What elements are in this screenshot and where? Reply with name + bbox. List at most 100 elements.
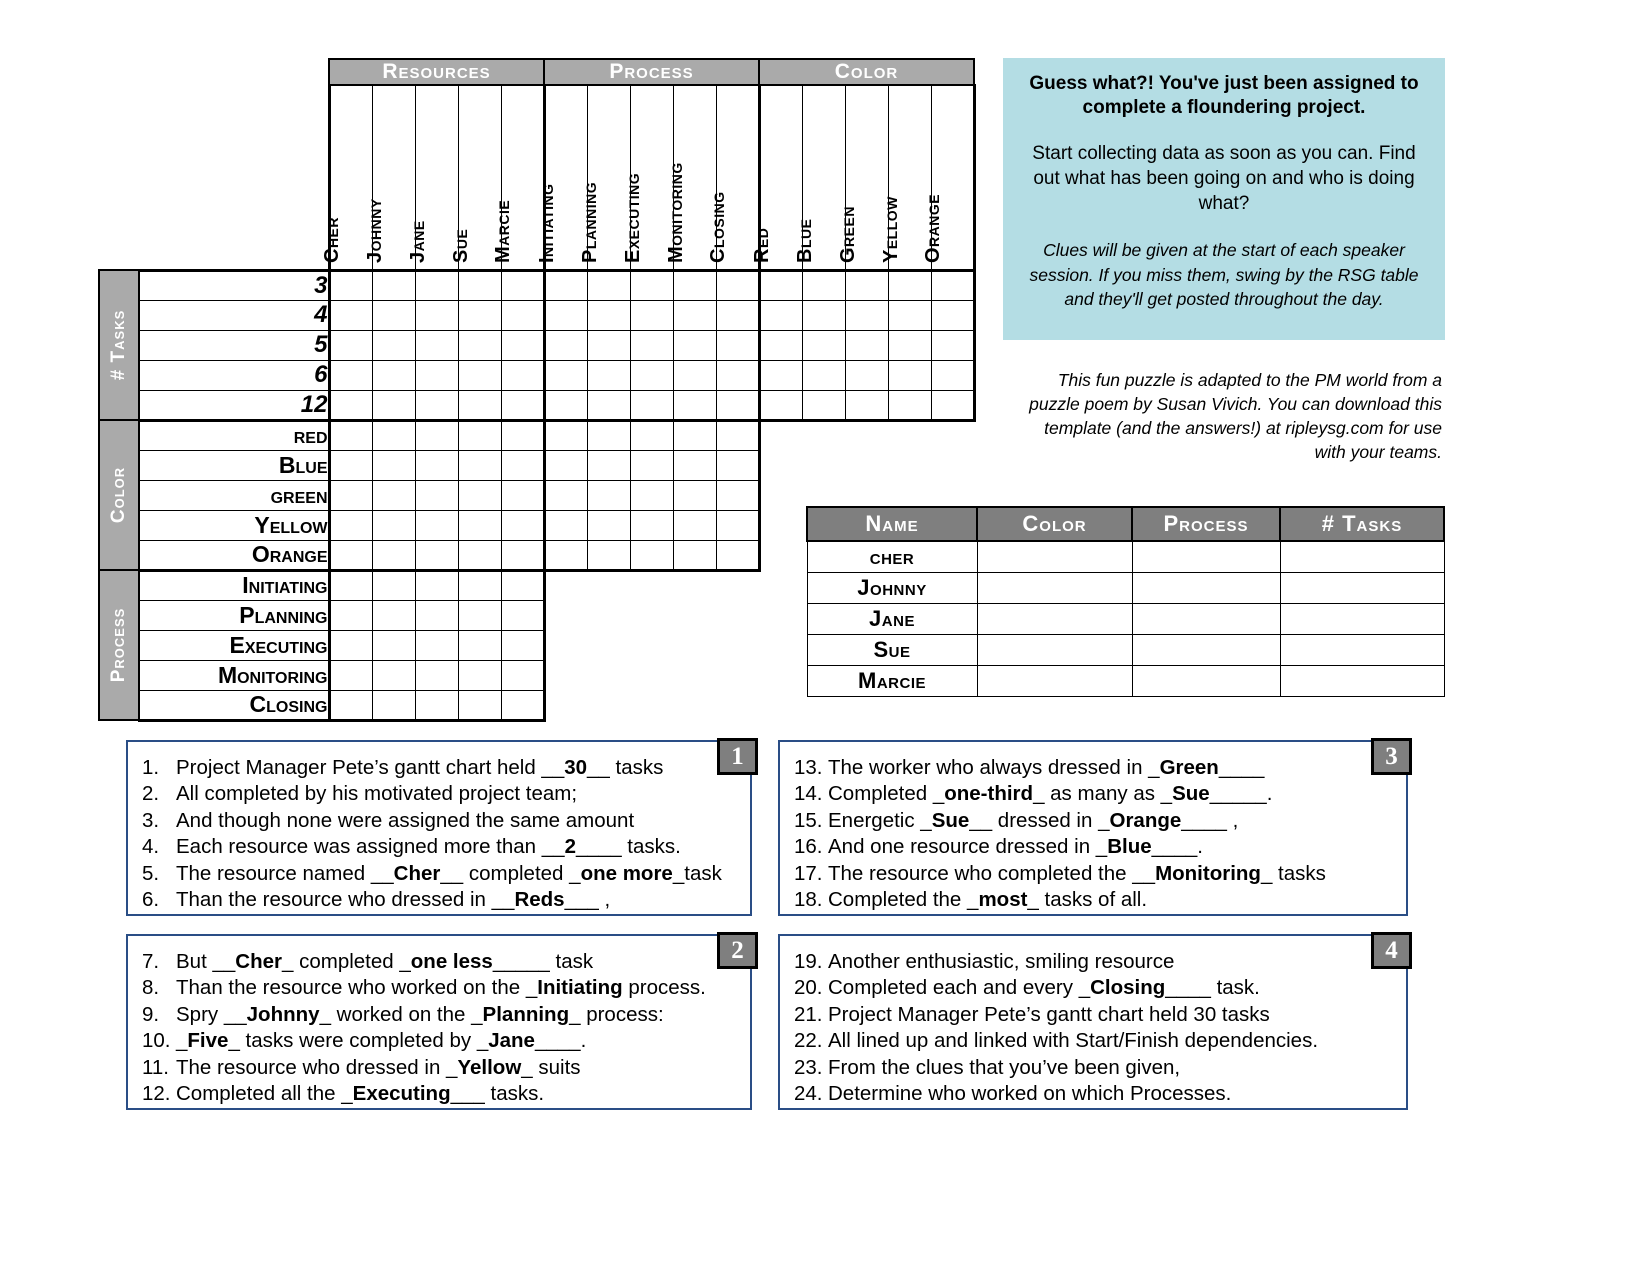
answer-input-cell[interactable]: [976, 633, 1133, 666]
grid-cell[interactable]: [715, 509, 761, 541]
grid-cell[interactable]: [327, 539, 373, 572]
grid-cell[interactable]: [757, 299, 803, 331]
grid-cell[interactable]: [715, 418, 761, 451]
answer-input-cell[interactable]: [1279, 540, 1445, 573]
grid-cell[interactable]: [586, 449, 631, 481]
grid-cell[interactable]: [457, 629, 502, 661]
grid-cell[interactable]: [457, 539, 502, 572]
grid-cell[interactable]: [629, 449, 674, 481]
grid-cell[interactable]: [844, 299, 889, 331]
grid-cell[interactable]: [371, 389, 416, 422]
grid-cell[interactable]: [371, 568, 416, 601]
grid-cell[interactable]: [801, 268, 846, 301]
grid-cell[interactable]: [327, 418, 373, 451]
grid-cell[interactable]: [887, 299, 932, 331]
grid-cell[interactable]: [414, 268, 459, 301]
grid-cell[interactable]: [672, 299, 717, 331]
grid-cell[interactable]: [457, 359, 502, 391]
grid-cell[interactable]: [414, 449, 459, 481]
grid-cell[interactable]: [457, 299, 502, 331]
grid-cell[interactable]: [801, 359, 846, 391]
grid-cell[interactable]: [457, 418, 502, 451]
grid-cell[interactable]: [715, 539, 761, 572]
grid-cell[interactable]: [414, 389, 459, 422]
answer-input-cell[interactable]: [1279, 633, 1445, 666]
grid-cell[interactable]: [414, 418, 459, 451]
grid-cell[interactable]: [629, 329, 674, 361]
grid-cell[interactable]: [457, 268, 502, 301]
answer-input-cell[interactable]: [1279, 664, 1445, 697]
grid-cell[interactable]: [414, 359, 459, 391]
grid-cell[interactable]: [414, 659, 459, 691]
grid-cell[interactable]: [586, 479, 631, 511]
grid-cell[interactable]: [414, 479, 459, 511]
grid-cell[interactable]: [672, 418, 717, 451]
grid-cell[interactable]: [629, 509, 674, 541]
grid-cell[interactable]: [327, 299, 373, 331]
grid-cell[interactable]: [844, 268, 889, 301]
grid-cell[interactable]: [715, 329, 760, 361]
answer-input-cell[interactable]: [976, 602, 1133, 635]
grid-cell[interactable]: [327, 449, 373, 481]
grid-cell[interactable]: [542, 389, 588, 422]
grid-cell[interactable]: [930, 268, 976, 301]
grid-cell[interactable]: [586, 389, 631, 422]
grid-cell[interactable]: [500, 389, 545, 422]
grid-cell[interactable]: [500, 449, 545, 481]
grid-cell[interactable]: [887, 389, 932, 422]
grid-cell[interactable]: [371, 509, 416, 541]
grid-cell[interactable]: [327, 329, 373, 361]
grid-cell[interactable]: [500, 268, 545, 301]
grid-cell[interactable]: [757, 329, 803, 361]
grid-cell[interactable]: [457, 568, 502, 601]
grid-cell[interactable]: [500, 329, 545, 361]
grid-cell[interactable]: [542, 539, 588, 572]
grid-cell[interactable]: [327, 509, 373, 541]
grid-cell[interactable]: [586, 539, 631, 572]
grid-cell[interactable]: [542, 479, 588, 511]
grid-cell[interactable]: [844, 329, 889, 361]
grid-cell[interactable]: [672, 329, 717, 361]
grid-cell[interactable]: [629, 359, 674, 391]
grid-cell[interactable]: [500, 359, 545, 391]
grid-cell[interactable]: [457, 599, 502, 631]
grid-cell[interactable]: [371, 659, 416, 691]
grid-cell[interactable]: [500, 689, 546, 722]
answer-input-cell[interactable]: [976, 664, 1133, 697]
grid-cell[interactable]: [757, 268, 803, 301]
grid-cell[interactable]: [586, 268, 631, 301]
grid-cell[interactable]: [500, 479, 545, 511]
grid-cell[interactable]: [457, 689, 502, 722]
grid-cell[interactable]: [414, 509, 459, 541]
grid-cell[interactable]: [629, 389, 674, 422]
grid-cell[interactable]: [414, 539, 459, 572]
grid-cell[interactable]: [887, 268, 932, 301]
grid-cell[interactable]: [715, 299, 760, 331]
grid-cell[interactable]: [457, 479, 502, 511]
grid-cell[interactable]: [542, 329, 588, 361]
answer-input-cell[interactable]: [1131, 602, 1281, 635]
answer-input-cell[interactable]: [976, 571, 1133, 604]
grid-cell[interactable]: [371, 268, 416, 301]
grid-cell[interactable]: [672, 539, 717, 572]
grid-cell[interactable]: [542, 359, 588, 391]
grid-cell[interactable]: [629, 418, 674, 451]
grid-cell[interactable]: [457, 449, 502, 481]
grid-cell[interactable]: [327, 389, 373, 422]
grid-cell[interactable]: [801, 389, 846, 422]
grid-cell[interactable]: [327, 568, 373, 601]
grid-cell[interactable]: [801, 299, 846, 331]
grid-cell[interactable]: [414, 599, 459, 631]
grid-cell[interactable]: [457, 659, 502, 691]
grid-cell[interactable]: [414, 568, 459, 601]
grid-cell[interactable]: [457, 389, 502, 422]
grid-cell[interactable]: [500, 299, 545, 331]
grid-cell[interactable]: [371, 449, 416, 481]
answer-input-cell[interactable]: [1131, 540, 1281, 573]
grid-cell[interactable]: [629, 539, 674, 572]
grid-cell[interactable]: [327, 659, 373, 691]
grid-cell[interactable]: [500, 509, 545, 541]
grid-cell[interactable]: [500, 568, 546, 601]
grid-cell[interactable]: [930, 359, 976, 391]
grid-cell[interactable]: [930, 389, 976, 422]
